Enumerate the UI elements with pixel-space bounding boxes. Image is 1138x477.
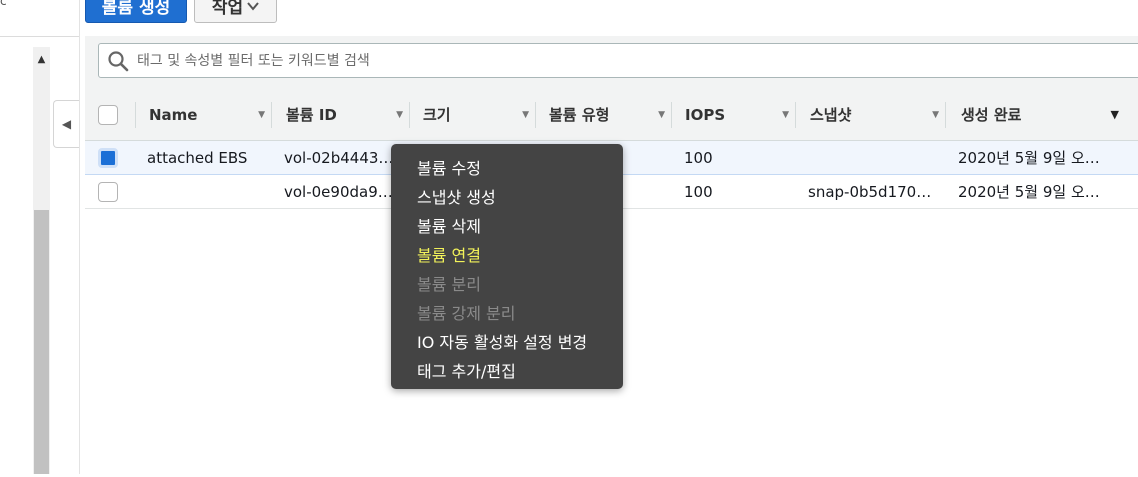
column-header-size[interactable]: 크기 ▼: [409, 89, 535, 140]
sort-caret-icon: ▼: [658, 109, 665, 120]
column-header-created[interactable]: 생성 완료 ▼: [945, 89, 1125, 140]
row-select-cell: [98, 175, 118, 208]
search-box[interactable]: [98, 43, 1138, 78]
row-checkbox[interactable]: [98, 181, 118, 202]
menu-item-force-detach-volume: 볼륨 강제 분리: [417, 304, 516, 323]
cell-created: 2020년 5월 9일 오…: [958, 149, 1100, 167]
table-header: Name ▼ 볼륨 ID ▼ 크기 ▼ 볼륨 유형 ▼ IOPS ▼ 스냅샷 ▼ 생성 완료…: [85, 89, 1138, 141]
menu-item-attach-volume[interactable]: 볼륨 연결: [417, 242, 481, 266]
menu-item-create-snapshot[interactable]: 스냅샷 생성: [417, 184, 496, 208]
cell-volume-id: vol-02b4443…: [284, 148, 394, 167]
column-header-volume-id[interactable]: 볼륨 ID ▼: [271, 89, 409, 140]
column-header-snapshot[interactable]: 스냅샷 ▼: [795, 89, 945, 140]
menu-item-change-auto-enable-io[interactable]: IO 자동 활성화 설정 변경: [417, 329, 587, 353]
sort-caret-icon: ▼: [522, 109, 529, 120]
collapse-nav-button[interactable]: ◀: [53, 100, 79, 148]
search-icon: [108, 50, 129, 71]
menu-item-delete-volume[interactable]: 볼륨 삭제: [417, 213, 481, 237]
menu-item-detach-volume: 볼륨 분리: [417, 275, 481, 294]
menu-item-modify-volume[interactable]: 볼륨 수정: [417, 155, 481, 179]
search-input[interactable]: [135, 51, 1039, 70]
column-header-volume-type[interactable]: 볼륨 유형 ▼: [535, 89, 671, 140]
scroll-up-arrow-icon[interactable]: ▲: [33, 47, 50, 71]
nav-corner-text: c: [0, 0, 7, 8]
create-volume-button[interactable]: 볼륨 생성: [85, 0, 187, 23]
cell-iops: 100: [684, 148, 713, 167]
actions-label: 작업: [211, 0, 244, 18]
menu-item-add-edit-tags[interactable]: 태그 추가/편집: [417, 358, 516, 382]
cell-name: attached EBS: [147, 148, 248, 167]
sort-caret-icon: ▼: [932, 109, 939, 120]
actions-context-menu: 볼륨 수정 스냅샷 생성 볼륨 삭제 볼륨 연결 볼륨 분리 볼륨 강제 분리 …: [391, 144, 623, 389]
cell-snapshot: snap-0b5d170…: [808, 182, 932, 201]
column-header-iops[interactable]: IOPS ▼: [671, 89, 795, 140]
actions-button[interactable]: 작업: [194, 0, 277, 23]
cell-iops: 100: [684, 182, 713, 201]
select-all-checkbox[interactable]: [98, 104, 118, 125]
chevron-down-icon: [247, 1, 259, 11]
row-checkbox[interactable]: [98, 147, 118, 168]
row-select-cell: [98, 141, 118, 174]
column-header-name[interactable]: Name ▼: [135, 89, 271, 140]
cell-volume-id: vol-0e90da9…: [284, 182, 393, 201]
nav-scroll-thumb[interactable]: [34, 210, 49, 474]
cell-created: 2020년 5월 9일 오…: [958, 183, 1100, 201]
sort-desc-icon: ▼: [1110, 108, 1119, 121]
chevron-left-icon: ◀: [61, 117, 72, 131]
sort-caret-icon: ▼: [782, 109, 789, 120]
sort-caret-icon: ▼: [258, 109, 265, 120]
nav-divider: [0, 36, 79, 37]
select-all-cell: [98, 89, 128, 140]
sort-caret-icon: ▼: [396, 109, 403, 120]
